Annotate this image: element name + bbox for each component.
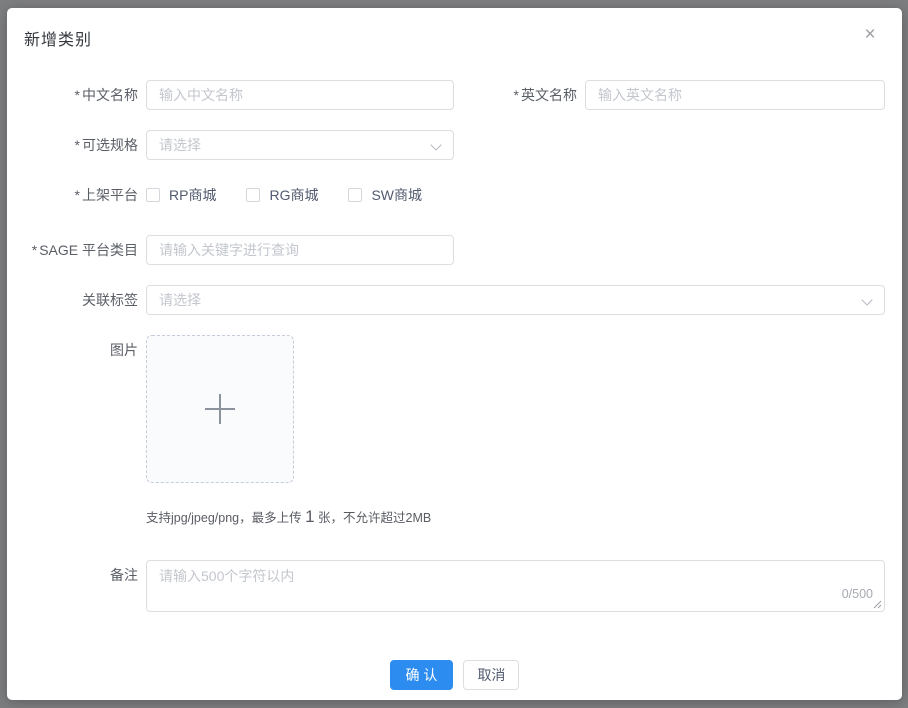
row-names: *中文名称 *英文名称 — [7, 80, 902, 110]
image-label: 图片 — [7, 335, 146, 365]
tags-label: 关联标签 — [7, 285, 146, 315]
checkbox-icon — [246, 188, 260, 202]
cn-name-control — [146, 80, 454, 110]
image-upload-dropzone[interactable] — [146, 335, 294, 483]
platform-label: *上架平台 — [7, 180, 146, 210]
plus-icon — [205, 394, 235, 424]
required-mark: * — [75, 187, 80, 203]
required-mark: * — [75, 87, 80, 103]
checkbox-icon — [348, 188, 362, 202]
checkbox-rp-mall[interactable]: RP商城 — [146, 185, 216, 205]
char-counter: 0/500 — [842, 587, 873, 601]
row-image: 图片 — [7, 335, 902, 483]
cn-name-label: *中文名称 — [7, 80, 146, 110]
image-upload-control — [146, 335, 294, 483]
checkbox-sw-mall[interactable]: SW商城 — [348, 185, 422, 205]
cancel-button[interactable]: 取消 — [463, 660, 519, 690]
spec-select-placeholder: 请选择 — [159, 135, 201, 155]
row-sage: *SAGE 平台类目 — [7, 235, 902, 265]
dialog-title: 新增类别 — [24, 26, 878, 50]
required-mark: * — [514, 87, 519, 103]
en-name-control — [585, 80, 885, 110]
row-remark: 备注 0/500 — [7, 560, 902, 612]
tags-select-placeholder: 请选择 — [159, 290, 201, 310]
confirm-button[interactable]: 确 认 — [390, 660, 454, 690]
upload-tip-text: 支持jpg/jpeg/png，最多上传 1 张，不允许超过2MB — [146, 508, 431, 527]
cn-name-input[interactable] — [146, 80, 454, 110]
spec-select-control: 请选择 — [146, 130, 454, 160]
tags-select-control: 请选择 — [146, 285, 885, 315]
checkbox-icon — [146, 188, 160, 202]
spec-label: *可选规格 — [7, 130, 146, 160]
checkbox-label: RP商城 — [169, 185, 216, 205]
sage-control — [146, 235, 454, 265]
row-upload-tip: 支持jpg/jpeg/png，最多上传 1 张，不允许超过2MB — [7, 508, 902, 527]
row-platform: *上架平台 RP商城 RG商城 SW商城 — [7, 180, 902, 210]
row-tags: 关联标签 请选择 — [7, 285, 902, 315]
en-name-label: *英文名称 — [454, 80, 585, 110]
dialog-body: *中文名称 *英文名称 *可选规格 请选择 *上架平台 — [7, 80, 902, 612]
en-name-item: *英文名称 — [454, 80, 885, 110]
remark-label: 备注 — [7, 560, 146, 590]
checkbox-rg-mall[interactable]: RG商城 — [246, 185, 318, 205]
checkbox-label: RG商城 — [269, 185, 318, 205]
dialog-footer: 确 认 取消 — [7, 660, 902, 690]
en-name-input[interactable] — [585, 80, 885, 110]
remark-textarea[interactable] — [146, 560, 885, 612]
sage-label: *SAGE 平台类目 — [7, 235, 146, 265]
add-category-dialog: 新增类别 × *中文名称 *英文名称 *可选规格 请选择 — [7, 8, 902, 700]
upload-max-count: 1 — [305, 507, 314, 526]
required-mark: * — [32, 242, 37, 258]
sage-search-input[interactable] — [146, 235, 454, 265]
dialog-header: 新增类别 × — [7, 8, 902, 50]
close-icon[interactable]: × — [858, 23, 882, 47]
checkbox-label: SW商城 — [371, 185, 422, 205]
remark-control: 0/500 — [146, 560, 885, 612]
required-mark: * — [75, 137, 80, 153]
tags-select[interactable]: 请选择 — [146, 285, 885, 315]
spec-select[interactable]: 请选择 — [146, 130, 454, 160]
platform-checkbox-group: RP商城 RG商城 SW商城 — [146, 180, 452, 210]
row-spec: *可选规格 请选择 — [7, 130, 902, 160]
